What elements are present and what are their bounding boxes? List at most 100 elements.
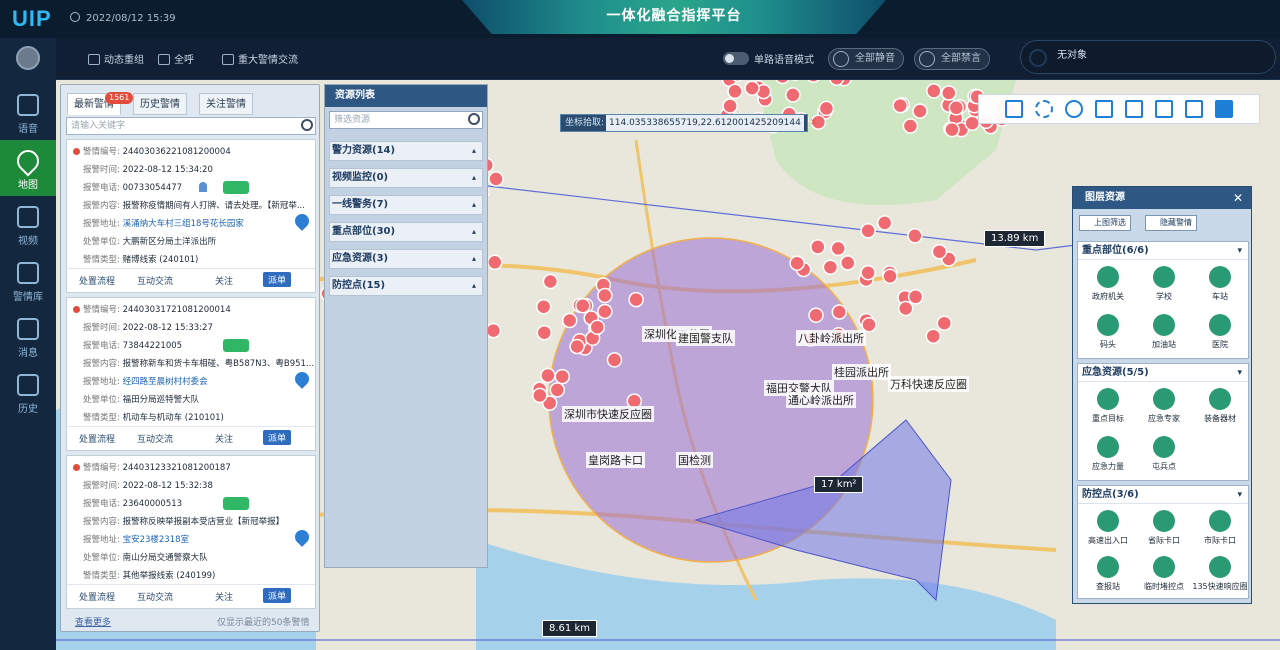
circle-select-icon[interactable] (1035, 100, 1053, 118)
alert-marker[interactable] (542, 273, 559, 290)
dynamic-group-button[interactable]: 动态重组 (88, 51, 144, 66)
coordinate-picker[interactable]: 坐标拾取: 114.035338655719,22.612001425209144… (560, 114, 817, 132)
resource-section[interactable]: 警力资源(14) (329, 141, 483, 161)
user-icon[interactable] (199, 182, 207, 192)
locate-pin-icon[interactable] (292, 527, 312, 547)
layer-item[interactable]: 查报站 (1080, 556, 1136, 592)
layer-item[interactable]: 市际卡口 (1192, 510, 1248, 546)
zoom-icon[interactable] (1065, 100, 1083, 118)
tab-latest[interactable]: 最新警情 1561 (67, 92, 134, 115)
alert-marker[interactable] (554, 368, 571, 385)
alert-marker[interactable] (948, 100, 965, 116)
avatar[interactable] (16, 46, 40, 70)
phone-icon[interactable] (223, 181, 249, 194)
phone-icon[interactable] (223, 339, 249, 352)
resource-section[interactable]: 一线警务(7) (329, 195, 483, 215)
alert-marker[interactable] (744, 80, 760, 96)
flow-button[interactable]: 处置流程 (79, 432, 115, 445)
layer-item[interactable]: 临时堵控点 (1136, 556, 1192, 592)
alert-search-input[interactable]: 请输入关键字 (66, 117, 316, 135)
alert-marker[interactable] (860, 223, 876, 239)
resource-section[interactable]: 防控点(15) (329, 276, 483, 296)
alert-marker[interactable] (606, 352, 623, 368)
layer-item[interactable]: 政府机关 (1080, 266, 1136, 302)
grid-icon[interactable] (1095, 100, 1113, 118)
layer-item[interactable]: 码头 (1080, 314, 1136, 350)
alert-marker[interactable] (907, 289, 924, 305)
layer-item[interactable]: 135快速响应圈 (1192, 556, 1248, 592)
layer-item[interactable]: 重点目标 (1080, 388, 1136, 424)
layer-item[interactable]: 高速出入口 (1080, 510, 1136, 546)
alert-marker[interactable] (536, 324, 553, 341)
alert-marker[interactable] (589, 319, 606, 335)
chat-button[interactable]: 互动交流 (137, 274, 173, 287)
view-more-link[interactable]: 查看更多 (75, 615, 111, 628)
alert-marker[interactable] (487, 254, 503, 271)
alert-marker[interactable] (535, 298, 552, 315)
search-icon[interactable] (468, 113, 480, 125)
resource-section[interactable]: 视频监控(0) (329, 168, 483, 188)
alert-marker[interactable] (722, 98, 738, 114)
layer-item[interactable]: 应急专家 (1136, 388, 1192, 424)
alert-marker[interactable] (785, 87, 801, 103)
mute-all-button[interactable]: 全部静音 (828, 48, 904, 70)
follow-button[interactable]: 关注 (215, 590, 233, 603)
alert-marker[interactable] (936, 315, 953, 331)
layer-filter-button[interactable]: 上图筛选 (1079, 215, 1131, 231)
alert-marker[interactable] (840, 255, 856, 271)
layer-section-title[interactable]: 应急资源(5/5) (1078, 364, 1248, 382)
alert-marker[interactable] (561, 312, 578, 329)
follow-button[interactable]: 关注 (215, 432, 233, 445)
alert-marker[interactable] (892, 97, 908, 114)
ban-all-button[interactable]: 全部禁言 (914, 48, 990, 70)
alert-marker[interactable] (597, 287, 613, 304)
nav-message[interactable]: 消息 (0, 308, 56, 364)
follow-button[interactable]: 关注 (215, 274, 233, 287)
resource-search-input[interactable]: 筛选资源 (329, 111, 483, 129)
alert-marker[interactable] (597, 303, 613, 320)
alert-marker[interactable] (860, 264, 876, 281)
alert-marker[interactable] (925, 328, 942, 344)
resource-section[interactable]: 重点部位(30) (329, 222, 483, 242)
alert-marker[interactable] (830, 240, 846, 257)
alert-card[interactable]: 警情编号: 24403031721081200014 报警时间: 2022-08… (66, 297, 316, 451)
alert-marker[interactable] (926, 83, 942, 99)
toolbox-icon[interactable] (1125, 100, 1143, 118)
tab-followed[interactable]: 关注警情 (199, 93, 253, 115)
alert-marker[interactable] (488, 171, 504, 187)
alert-marker[interactable] (628, 291, 644, 308)
object-selector[interactable]: 无对象 (1020, 40, 1276, 74)
nav-voice[interactable]: 语音 (0, 84, 56, 140)
layer-item[interactable]: 装备器材 (1192, 388, 1248, 424)
flow-button[interactable]: 处置流程 (79, 274, 115, 287)
alert-marker[interactable] (549, 382, 566, 398)
alert-card[interactable]: 警情编号: 24403036221081200004 报警时间: 2022-08… (66, 139, 316, 293)
dispatch-button[interactable]: 派单 (263, 430, 292, 445)
resource-section[interactable]: 应急资源(3) (329, 249, 483, 269)
pattern-icon[interactable] (1185, 100, 1203, 118)
alert-marker[interactable] (902, 118, 919, 134)
chat-button[interactable]: 互动交流 (137, 590, 173, 603)
alert-marker[interactable] (540, 367, 556, 384)
factory-icon[interactable] (1005, 100, 1023, 118)
locate-pin-icon[interactable] (292, 211, 312, 231)
alert-marker[interactable] (818, 100, 835, 117)
alert-marker[interactable] (822, 259, 839, 275)
alert-marker[interactable] (931, 243, 948, 260)
alert-marker[interactable] (941, 85, 957, 101)
layers-icon[interactable] (1215, 100, 1233, 118)
major-alert-button[interactable]: 重大警情交流 (222, 51, 298, 66)
alert-marker[interactable] (831, 304, 848, 320)
layer-item[interactable]: 车站 (1192, 266, 1248, 302)
nav-alert-db[interactable]: 警情库 (0, 252, 56, 308)
alert-marker[interactable] (789, 255, 805, 271)
alert-marker[interactable] (897, 300, 914, 317)
alert-marker[interactable] (485, 322, 502, 339)
locate-pin-icon[interactable] (292, 369, 312, 389)
close-icon[interactable]: ✕ (810, 118, 818, 128)
layer-item[interactable]: 医院 (1192, 314, 1248, 350)
layer-section-title[interactable]: 防控点(3/6) (1078, 486, 1248, 504)
chat-button[interactable]: 互动交流 (137, 432, 173, 445)
close-icon[interactable]: ✕ (1233, 187, 1243, 209)
layer-section-title[interactable]: 重点部位(6/6) (1078, 242, 1248, 260)
